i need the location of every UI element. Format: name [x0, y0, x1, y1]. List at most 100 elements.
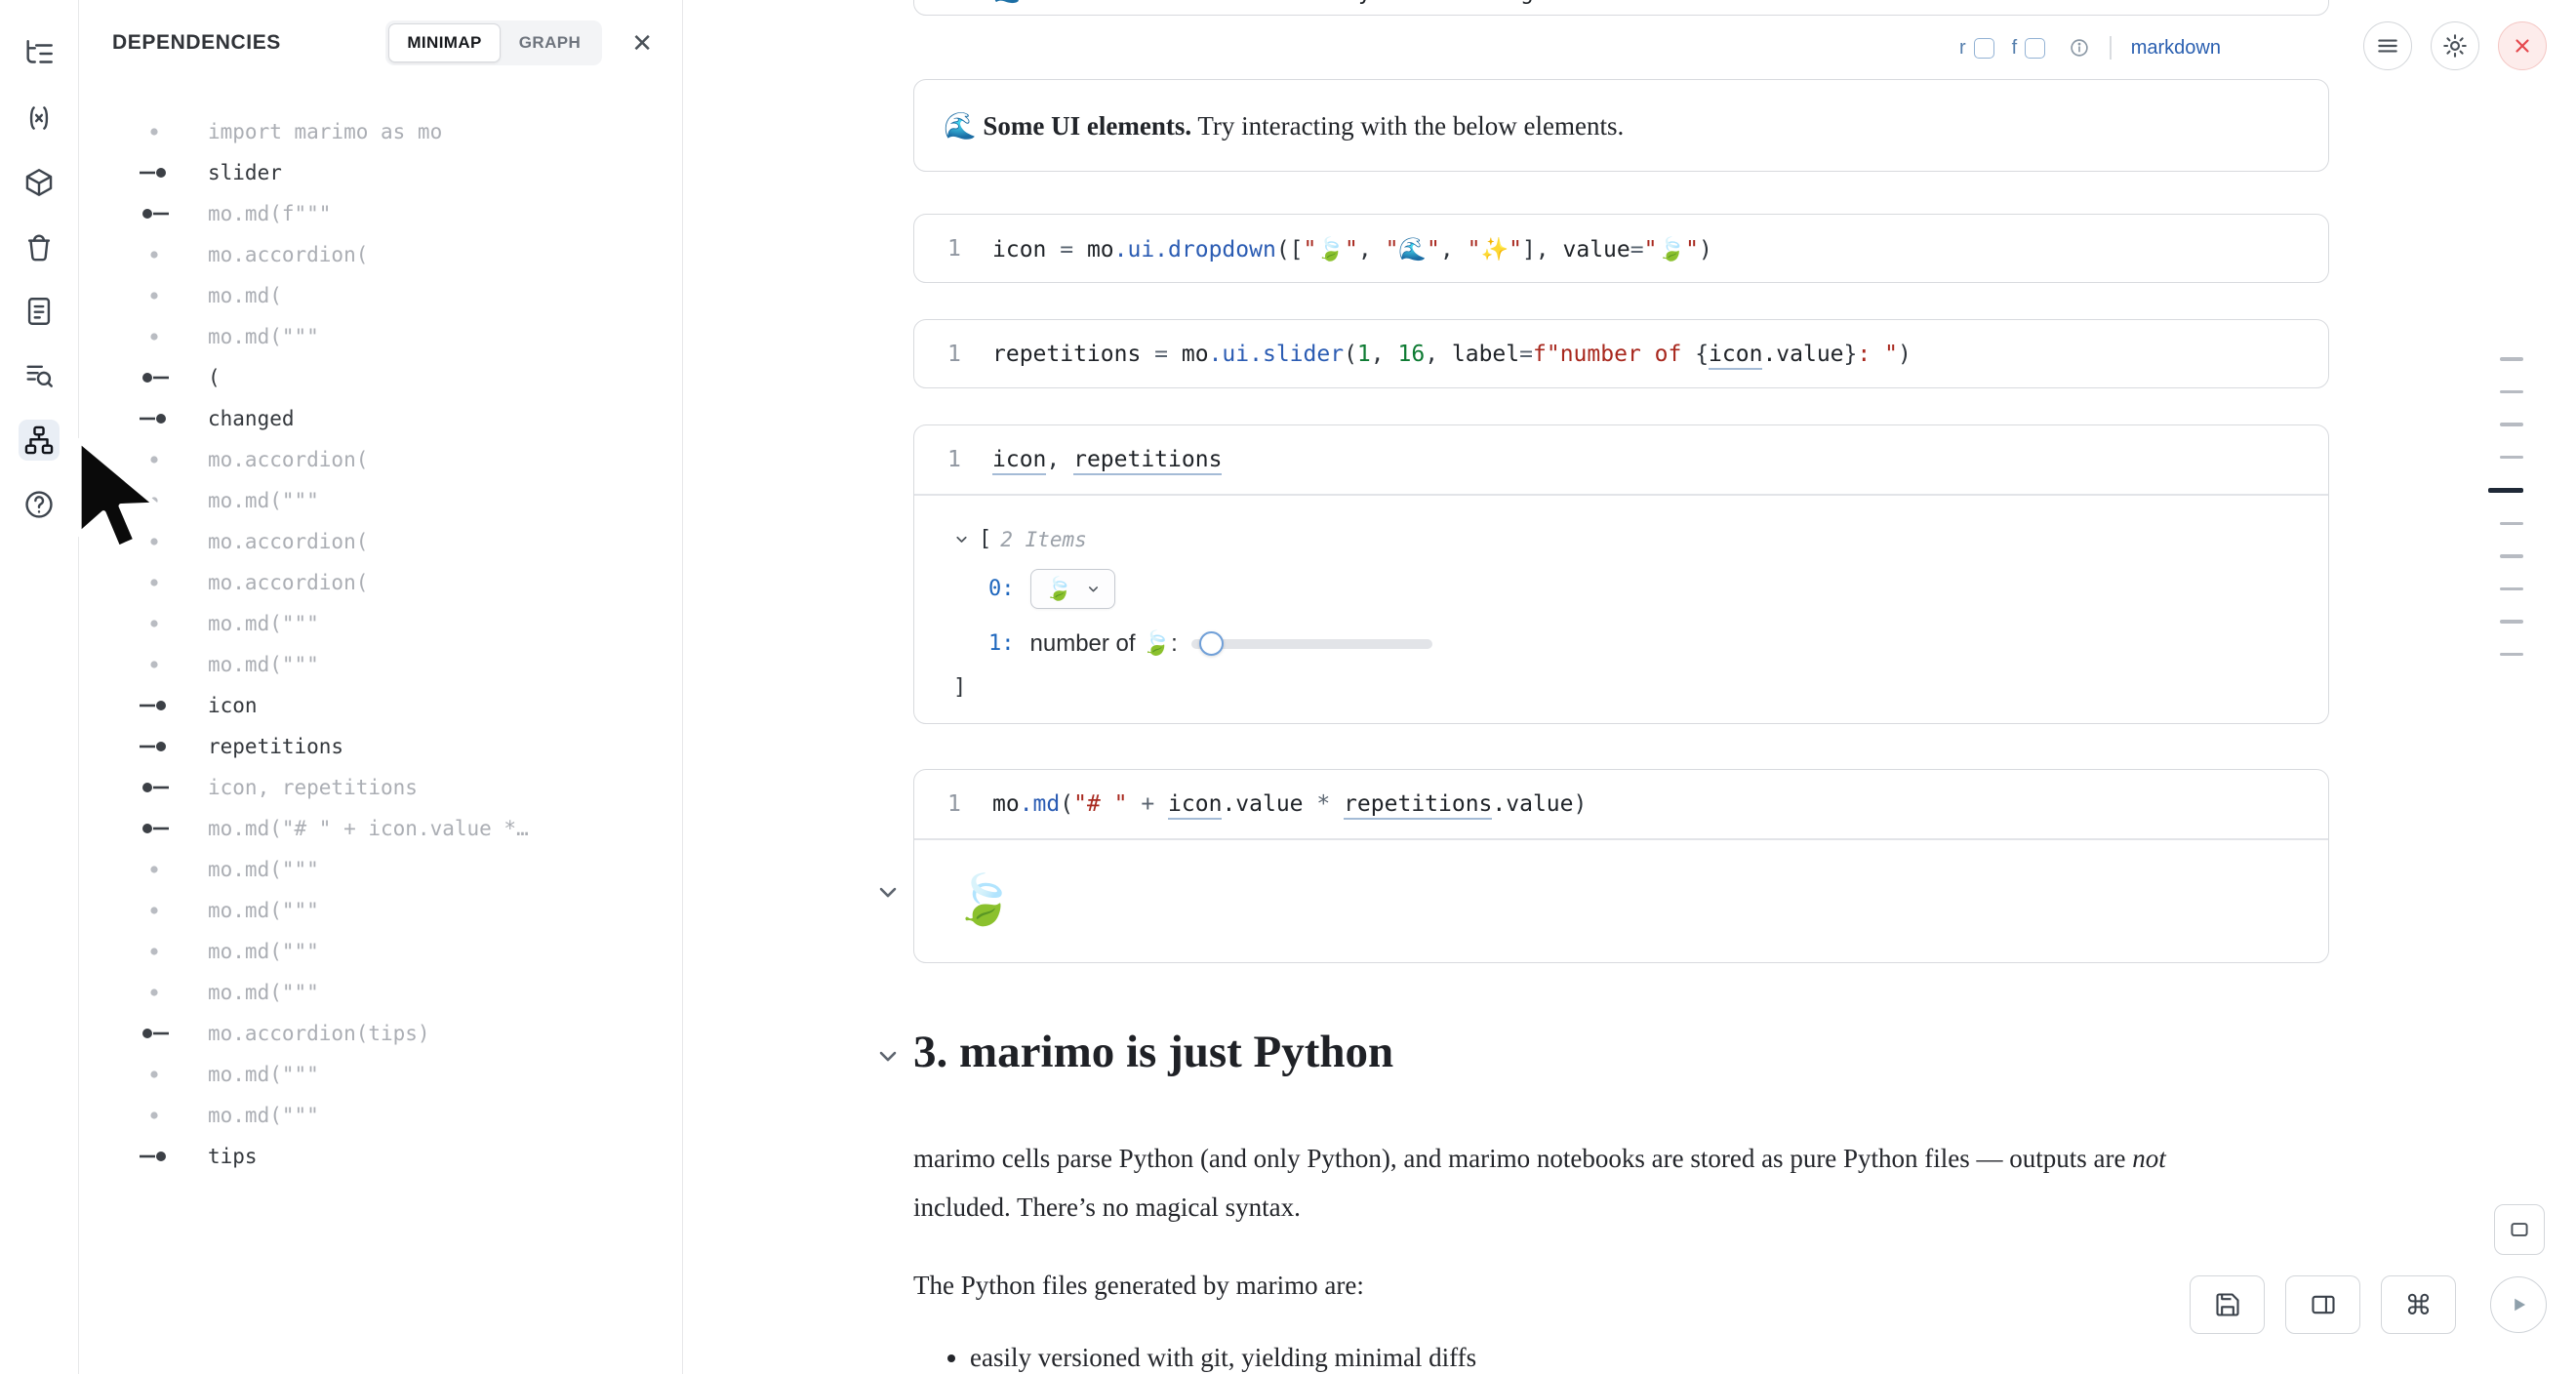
- code-cell-icon-dropdown[interactable]: 1 icon = mo.ui.dropdown(["🍃", "🌊", "✨"],…: [913, 214, 2329, 283]
- dependency-item[interactable]: mo.md(""": [138, 480, 682, 521]
- minimap-line[interactable]: [2500, 620, 2523, 624]
- dependency-item[interactable]: mo.md(""": [138, 316, 682, 357]
- code-token: f: [1533, 342, 1547, 367]
- file-explorer-icon[interactable]: [19, 33, 60, 74]
- keyboard-shortcuts-button[interactable]: ⌘: [2381, 1275, 2456, 1334]
- paragraph-text: included. There’s no magical syntax.: [913, 1192, 1301, 1222]
- menu-button[interactable]: [2363, 21, 2412, 70]
- minimap-line[interactable]: [2500, 357, 2523, 361]
- dependency-item[interactable]: mo.md(""": [138, 1054, 682, 1095]
- code-token: {: [1695, 342, 1709, 367]
- minimap-line[interactable]: [2500, 554, 2523, 558]
- code-line[interactable]: icon, repetitions: [992, 447, 1222, 472]
- dependency-item[interactable]: mo.md(""": [138, 972, 682, 1013]
- snippets-icon[interactable]: [19, 98, 60, 139]
- items-count: 2 Items: [1000, 528, 1087, 551]
- close-icon[interactable]: ✕: [627, 26, 657, 60]
- dependency-item[interactable]: mo.md(f""": [138, 193, 682, 234]
- dependency-item[interactable]: mo.accordion(tips): [138, 1013, 682, 1054]
- code-token: .value: [1222, 791, 1303, 817]
- collapse-output-icon[interactable]: [874, 878, 902, 910]
- reactive-checkbox[interactable]: [1974, 38, 1994, 59]
- info-icon[interactable]: [2069, 37, 2090, 59]
- layout-button[interactable]: [2285, 1275, 2360, 1334]
- code-token: : ": [1857, 342, 1898, 367]
- markdown-source-line[interactable]: 🌊 **Some UI elements.** Try interacting …: [992, 0, 1872, 5]
- section-heading: 3. marimo is just Python: [913, 1025, 2279, 1079]
- dependency-item[interactable]: icon: [138, 685, 682, 726]
- code-cell-icon-repetitions[interactable]: 1 icon, repetitions [ 2 Items 0: 🍃: [913, 424, 2329, 724]
- minimap-line[interactable]: [2500, 522, 2523, 526]
- run-button[interactable]: [2490, 1276, 2547, 1333]
- slider-widget[interactable]: [1191, 639, 1432, 649]
- chevron-down-icon: [1086, 582, 1101, 596]
- node-dot-icon: [138, 617, 182, 630]
- floating-panel-button[interactable]: [2494, 1204, 2545, 1255]
- code-cell-md-heading[interactable]: 1 mo.md("# " + icon.value * repetitions.…: [913, 769, 2329, 963]
- help-icon[interactable]: [19, 484, 60, 525]
- code-cell-repetitions-slider[interactable]: 1 repetitions = mo.ui.slider(1, 16, labe…: [913, 319, 2329, 388]
- dependency-item[interactable]: mo.md(""": [138, 644, 682, 685]
- chevron-down-icon[interactable]: [953, 531, 970, 547]
- tree-header: [ 2 Items: [953, 525, 2328, 554]
- slider-label: number of 🍃:: [1030, 629, 1178, 658]
- tree-key: 0:: [988, 577, 1015, 601]
- save-button[interactable]: [2190, 1275, 2265, 1334]
- code-line[interactable]: repetitions = mo.ui.slider(1, 16, label=…: [992, 342, 1912, 367]
- settings-button[interactable]: [2431, 21, 2479, 70]
- dependency-item[interactable]: mo.accordion(: [138, 234, 682, 275]
- code-token: mo: [1182, 342, 1209, 367]
- dependency-label: slider: [208, 161, 282, 184]
- collapse-section-icon[interactable]: [874, 1042, 902, 1074]
- logs-icon[interactable]: [19, 355, 60, 396]
- minimap-line[interactable]: [2500, 456, 2523, 460]
- dependency-item[interactable]: mo.md(""": [138, 890, 682, 931]
- dependency-item[interactable]: mo.accordion(: [138, 562, 682, 603]
- code-token: value: [1563, 237, 1630, 263]
- slider-knob[interactable]: [1199, 631, 1224, 656]
- code-token: .ui.slider: [1209, 342, 1344, 367]
- dependency-item[interactable]: icon, repetitions: [138, 767, 682, 808]
- packages-icon[interactable]: [19, 162, 60, 203]
- code-line[interactable]: mo.md("# " + icon.value * repetitions.va…: [992, 791, 1587, 817]
- dependency-item[interactable]: (: [138, 357, 682, 398]
- dependency-item[interactable]: mo.md(""": [138, 849, 682, 890]
- minimap-line[interactable]: [2500, 423, 2523, 426]
- dependency-item[interactable]: slider: [138, 152, 682, 193]
- code-token: repetitions: [1344, 791, 1492, 820]
- documentation-icon[interactable]: [19, 291, 60, 332]
- code-token: 16: [1397, 342, 1425, 367]
- dependency-label: mo.accordion(: [208, 530, 368, 553]
- minimap-line-active[interactable]: [2488, 488, 2523, 493]
- dependency-item[interactable]: changed: [138, 398, 682, 439]
- dependency-item[interactable]: mo.md("# " + icon.value *…: [138, 808, 682, 849]
- tab-graph[interactable]: GRAPH: [501, 23, 599, 62]
- line-number: 1: [934, 236, 979, 262]
- dependencies-icon[interactable]: [19, 420, 60, 461]
- code-token: icon: [992, 447, 1046, 475]
- language-toggle[interactable]: markdown: [2131, 37, 2221, 60]
- dependency-item[interactable]: mo.md(""": [138, 1095, 682, 1136]
- format-checkbox[interactable]: [2025, 38, 2045, 59]
- code-line[interactable]: icon = mo.ui.dropdown(["🍃", "🌊", "✨"], v…: [992, 236, 1712, 263]
- dependency-label: mo.accordion(: [208, 571, 368, 594]
- dependency-item[interactable]: tips: [138, 1136, 682, 1177]
- minimap-line[interactable]: [2500, 587, 2523, 591]
- markdown-editor-cell[interactable]: 1 🌊 **Some UI elements.** Try interactin…: [913, 0, 2329, 16]
- dependency-item[interactable]: import marimo as mo: [138, 111, 682, 152]
- dependency-item[interactable]: mo.md(""": [138, 931, 682, 972]
- dependency-item[interactable]: mo.accordion(: [138, 439, 682, 480]
- minimap-line[interactable]: [2500, 390, 2523, 394]
- code-token: ([: [1276, 237, 1304, 263]
- tab-minimap[interactable]: MINIMAP: [388, 23, 500, 62]
- data-sources-icon[interactable]: [19, 226, 60, 267]
- code-token: ,: [1440, 237, 1468, 263]
- minimap-line[interactable]: [2500, 653, 2523, 657]
- dependency-item[interactable]: mo.md(""": [138, 603, 682, 644]
- dependency-item[interactable]: mo.md(: [138, 275, 682, 316]
- dependency-item[interactable]: mo.accordion(: [138, 521, 682, 562]
- dependency-item[interactable]: repetitions: [138, 726, 682, 767]
- dropdown-widget[interactable]: 🍃: [1030, 569, 1116, 609]
- shutdown-button[interactable]: [2498, 21, 2547, 70]
- code-token: =: [1519, 342, 1533, 367]
